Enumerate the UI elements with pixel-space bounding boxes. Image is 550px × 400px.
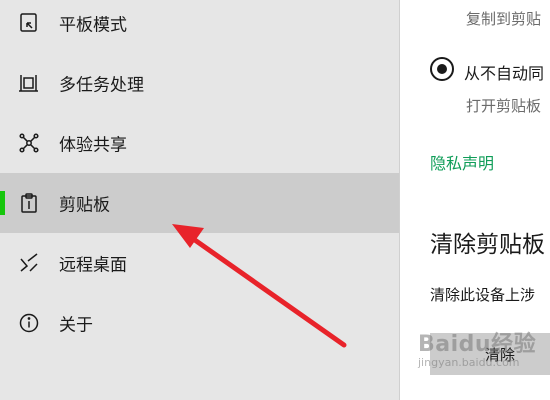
never-sync-description: 打开剪贴板 — [466, 97, 542, 115]
clear-clipboard-description: 清除此设备上涉 — [430, 286, 536, 304]
sync-description: 复制到剪贴 — [466, 10, 542, 28]
tablet-mode-icon — [20, 13, 37, 32]
radio-selected-dot — [437, 64, 447, 74]
sidebar-item-clipboard[interactable]: 剪贴板 — [0, 173, 399, 233]
watermark-logo: Baidu经验 — [418, 332, 537, 357]
remote-desktop-icon — [20, 253, 38, 272]
multitasking-icon — [19, 75, 38, 92]
sidebar-item-shared-experiences[interactable]: 体验共享 — [0, 113, 399, 173]
sidebar-item-remote-desktop[interactable]: 远程桌面 — [0, 233, 399, 293]
info-icon — [19, 313, 39, 333]
shared-experiences-icon — [19, 133, 39, 153]
sidebar-item-label: 剪贴板 — [59, 195, 110, 216]
settings-sidebar: 平板模式 多任务处理 体验共享 剪贴板 远程桌面 关于 — [0, 0, 399, 400]
privacy-statement-link[interactable]: 隐私声明 — [430, 150, 494, 174]
clear-clipboard-heading: 清除剪贴板 — [430, 232, 545, 258]
never-sync-label: 从不自动同 — [464, 64, 545, 83]
watermark-url: jingyan.baidu.com — [418, 356, 520, 369]
sidebar-item-label: 远程桌面 — [59, 255, 127, 276]
selection-indicator — [0, 191, 5, 215]
sidebar-item-label: 平板模式 — [59, 15, 127, 36]
baidu-watermark: Baidu经验 jingyan.baidu.com — [418, 326, 536, 369]
sidebar-item-tablet-mode[interactable]: 平板模式 — [0, 0, 399, 53]
clipboard-icon — [21, 193, 37, 213]
never-sync-radio[interactable] — [430, 57, 454, 81]
sidebar-item-multitasking[interactable]: 多任务处理 — [0, 53, 399, 113]
sidebar-item-label: 多任务处理 — [59, 75, 144, 96]
sidebar-item-about[interactable]: 关于 — [0, 293, 399, 353]
sidebar-item-label: 关于 — [59, 315, 93, 336]
sidebar-item-label: 体验共享 — [59, 135, 127, 156]
